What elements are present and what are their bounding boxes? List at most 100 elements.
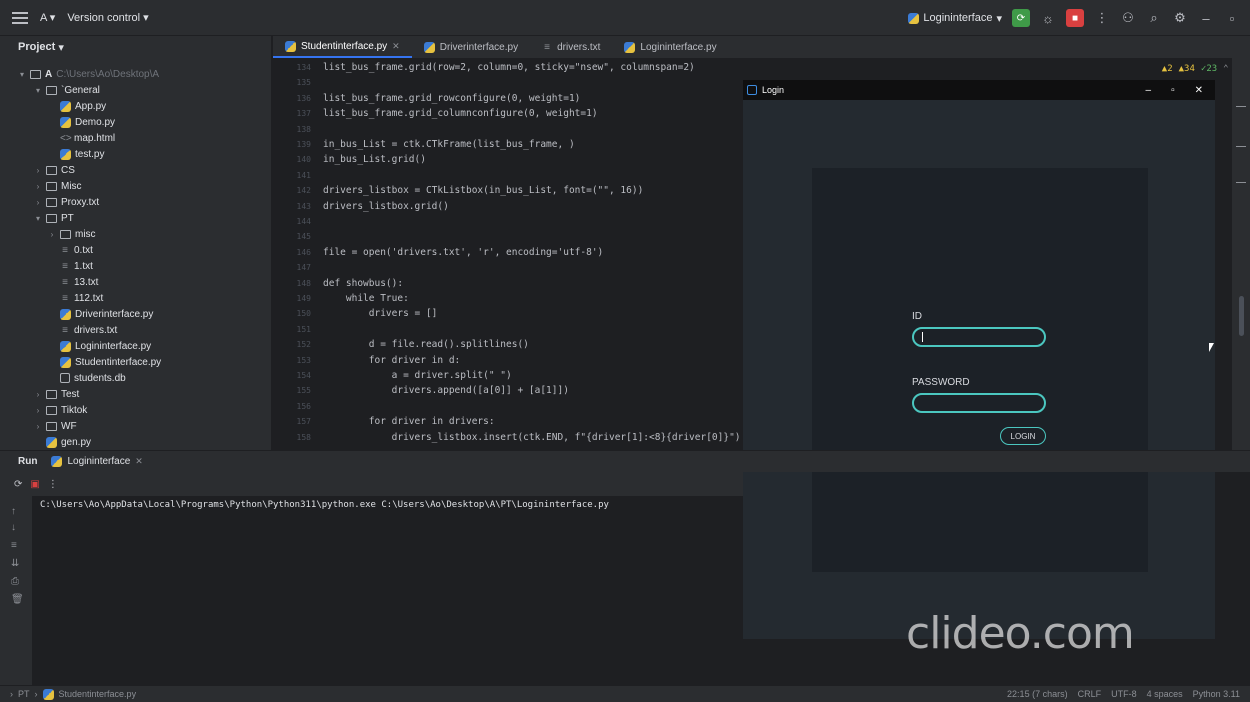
- line-number[interactable]: 149: [281, 294, 311, 303]
- file-encoding[interactable]: UTF-8: [1111, 689, 1137, 699]
- arrow-down-icon[interactable]: ↓: [11, 522, 16, 533]
- run-console[interactable]: C:\Users\Ao\AppData\Local\Programs\Pytho…: [32, 496, 743, 685]
- more-icon[interactable]: ⋮: [48, 479, 58, 490]
- tree-item-test[interactable]: › Test: [34, 386, 80, 402]
- tree-item-a[interactable]: ▾ A C:\Users\Ao\Desktop\A: [18, 66, 159, 82]
- version-control-menu[interactable]: Version control ▾: [67, 11, 148, 24]
- tree-item-wf[interactable]: › WF: [34, 418, 77, 434]
- restore-icon[interactable]: ▫: [1224, 11, 1240, 26]
- tree-item-demo-py[interactable]: Demo.py: [60, 114, 115, 130]
- indent-setting[interactable]: 4 spaces: [1147, 689, 1183, 699]
- line-number[interactable]: 152: [281, 340, 311, 349]
- tree-item-studentinterface[interactable]: Studentinterface.py: [60, 354, 161, 370]
- python-interpreter[interactable]: Python 3.11: [1193, 689, 1240, 699]
- tree-item-driverinterface[interactable]: Driverinterface.py: [60, 306, 153, 322]
- run-config-selector[interactable]: Logininterface ▾: [908, 12, 1002, 25]
- line-separator[interactable]: CRLF: [1078, 689, 1102, 699]
- tree-item-13-txt[interactable]: ≡ 13.txt: [60, 274, 98, 290]
- line-number[interactable]: 148: [281, 279, 311, 288]
- minimize-icon[interactable]: –: [1146, 85, 1152, 96]
- tab-studentinterface[interactable]: Studentinterface.py ✕: [273, 36, 412, 58]
- line-number[interactable]: 153: [281, 356, 311, 365]
- settings-icon[interactable]: ⚙: [1172, 10, 1188, 26]
- console-command: C:\Users\Ao\AppData\Local\Programs\Pytho…: [40, 500, 609, 510]
- line-number[interactable]: 145: [281, 232, 311, 241]
- rerun-button[interactable]: ⟳: [1012, 9, 1030, 27]
- line-number[interactable]: 144: [281, 217, 311, 226]
- stop-icon[interactable]: ▣: [30, 479, 39, 490]
- tree-item-1-txt[interactable]: ≡ 1.txt: [60, 258, 93, 274]
- breadcrumb-folder[interactable]: PT: [18, 689, 30, 699]
- trash-icon[interactable]: 🗑: [11, 594, 24, 605]
- scrollbar-thumb[interactable]: [1239, 296, 1244, 336]
- project-selector[interactable]: A ▾: [40, 11, 55, 24]
- breadcrumb-file[interactable]: Studentinterface.py: [59, 689, 137, 699]
- tree-item-map-html[interactable]: <> map.html: [60, 130, 115, 146]
- line-number[interactable]: 135: [281, 78, 311, 87]
- line-number[interactable]: 158: [281, 433, 311, 442]
- line-number[interactable]: 157: [281, 417, 311, 426]
- line-number[interactable]: 154: [281, 371, 311, 380]
- tree-item-112-txt[interactable]: ≡ 112.txt: [60, 290, 103, 306]
- line-number[interactable]: 136: [281, 94, 311, 103]
- tree-item-pt[interactable]: ▾ PT: [34, 210, 74, 226]
- tree-item-proxy[interactable]: › Proxy.txt: [34, 194, 100, 210]
- tab-driverinterface[interactable]: Driverinterface.py: [412, 36, 530, 58]
- tab-logininterface[interactable]: Logininterface.py: [612, 36, 728, 58]
- tree-item-0-txt[interactable]: ≡ 0.txt: [60, 242, 93, 258]
- tree-item-pt-misc[interactable]: › misc: [48, 226, 96, 242]
- print-icon[interactable]: ⎙: [11, 576, 19, 587]
- login-titlebar[interactable]: Login – ▫ ✕: [743, 80, 1215, 100]
- tree-item-drivers-txt[interactable]: ≡ drivers.txt: [60, 322, 117, 338]
- editor-scroll-gutter[interactable]: [1232, 58, 1250, 450]
- caret-position[interactable]: 22:15 (7 chars): [1007, 689, 1068, 699]
- tree-item-test-py[interactable]: test.py: [60, 146, 104, 162]
- run-tab-logininterface[interactable]: Logininterface ✕: [51, 456, 143, 467]
- line-number[interactable]: 147: [281, 263, 311, 272]
- password-input[interactable]: [912, 393, 1046, 413]
- debug-icon[interactable]: ☼: [1040, 11, 1056, 26]
- login-button[interactable]: LOGIN: [1000, 427, 1046, 445]
- run-tab-label: Logininterface: [67, 456, 131, 467]
- arrow-up-icon[interactable]: ↑: [11, 506, 16, 517]
- more-icon[interactable]: ⋮: [1094, 10, 1110, 26]
- main-menu-icon[interactable]: [12, 11, 28, 24]
- line-number[interactable]: 139: [281, 140, 311, 149]
- line-number[interactable]: 138: [281, 125, 311, 134]
- maximize-icon[interactable]: ▫: [1171, 85, 1175, 96]
- inspection-widget[interactable]: ▲2 ▲34 ✓23 ⌃ ⌄: [1162, 64, 1240, 74]
- tree-item-gen-py[interactable]: gen.py: [46, 434, 91, 450]
- line-number[interactable]: 156: [281, 402, 311, 411]
- tree-item-cs[interactable]: › CS: [34, 162, 75, 178]
- stop-button[interactable]: ■: [1066, 9, 1084, 27]
- line-number[interactable]: 137: [281, 109, 311, 118]
- tree-item-logininterface[interactable]: Logininterface.py: [60, 338, 151, 354]
- project-header[interactable]: Project ▾: [0, 36, 271, 58]
- soft-wrap-icon[interactable]: ≡: [11, 540, 17, 551]
- user-icon[interactable]: ⚇: [1120, 10, 1136, 26]
- close-icon[interactable]: ✕: [1195, 85, 1203, 96]
- id-input[interactable]: [912, 327, 1046, 347]
- tab-drivers-txt[interactable]: ≡ drivers.txt: [530, 36, 612, 58]
- minimize-icon[interactable]: –: [1198, 11, 1214, 26]
- line-number[interactable]: 151: [281, 325, 311, 334]
- scroll-to-end-icon[interactable]: ⇊: [11, 558, 19, 569]
- tree-item-students-db[interactable]: students.db: [60, 370, 126, 386]
- line-number[interactable]: 150: [281, 309, 311, 318]
- tree-item-tiktok[interactable]: › Tiktok: [34, 402, 88, 418]
- chevron-up-icon[interactable]: ⌃: [1223, 64, 1228, 74]
- line-number[interactable]: 134: [281, 63, 311, 72]
- tree-item-general[interactable]: ▾ `General: [34, 82, 100, 98]
- line-number[interactable]: 146: [281, 248, 311, 257]
- rerun-icon[interactable]: ⟳: [14, 479, 22, 490]
- tree-item-app-py[interactable]: App.py: [60, 98, 106, 114]
- line-number[interactable]: 155: [281, 386, 311, 395]
- close-icon[interactable]: ✕: [135, 456, 143, 467]
- line-number[interactable]: 140: [281, 155, 311, 164]
- line-number[interactable]: 143: [281, 202, 311, 211]
- close-icon[interactable]: ✕: [392, 41, 400, 52]
- line-number[interactable]: 142: [281, 186, 311, 195]
- search-icon[interactable]: ⌕: [1146, 10, 1162, 26]
- tree-item-misc[interactable]: › Misc: [34, 178, 82, 194]
- line-number[interactable]: 141: [281, 171, 311, 180]
